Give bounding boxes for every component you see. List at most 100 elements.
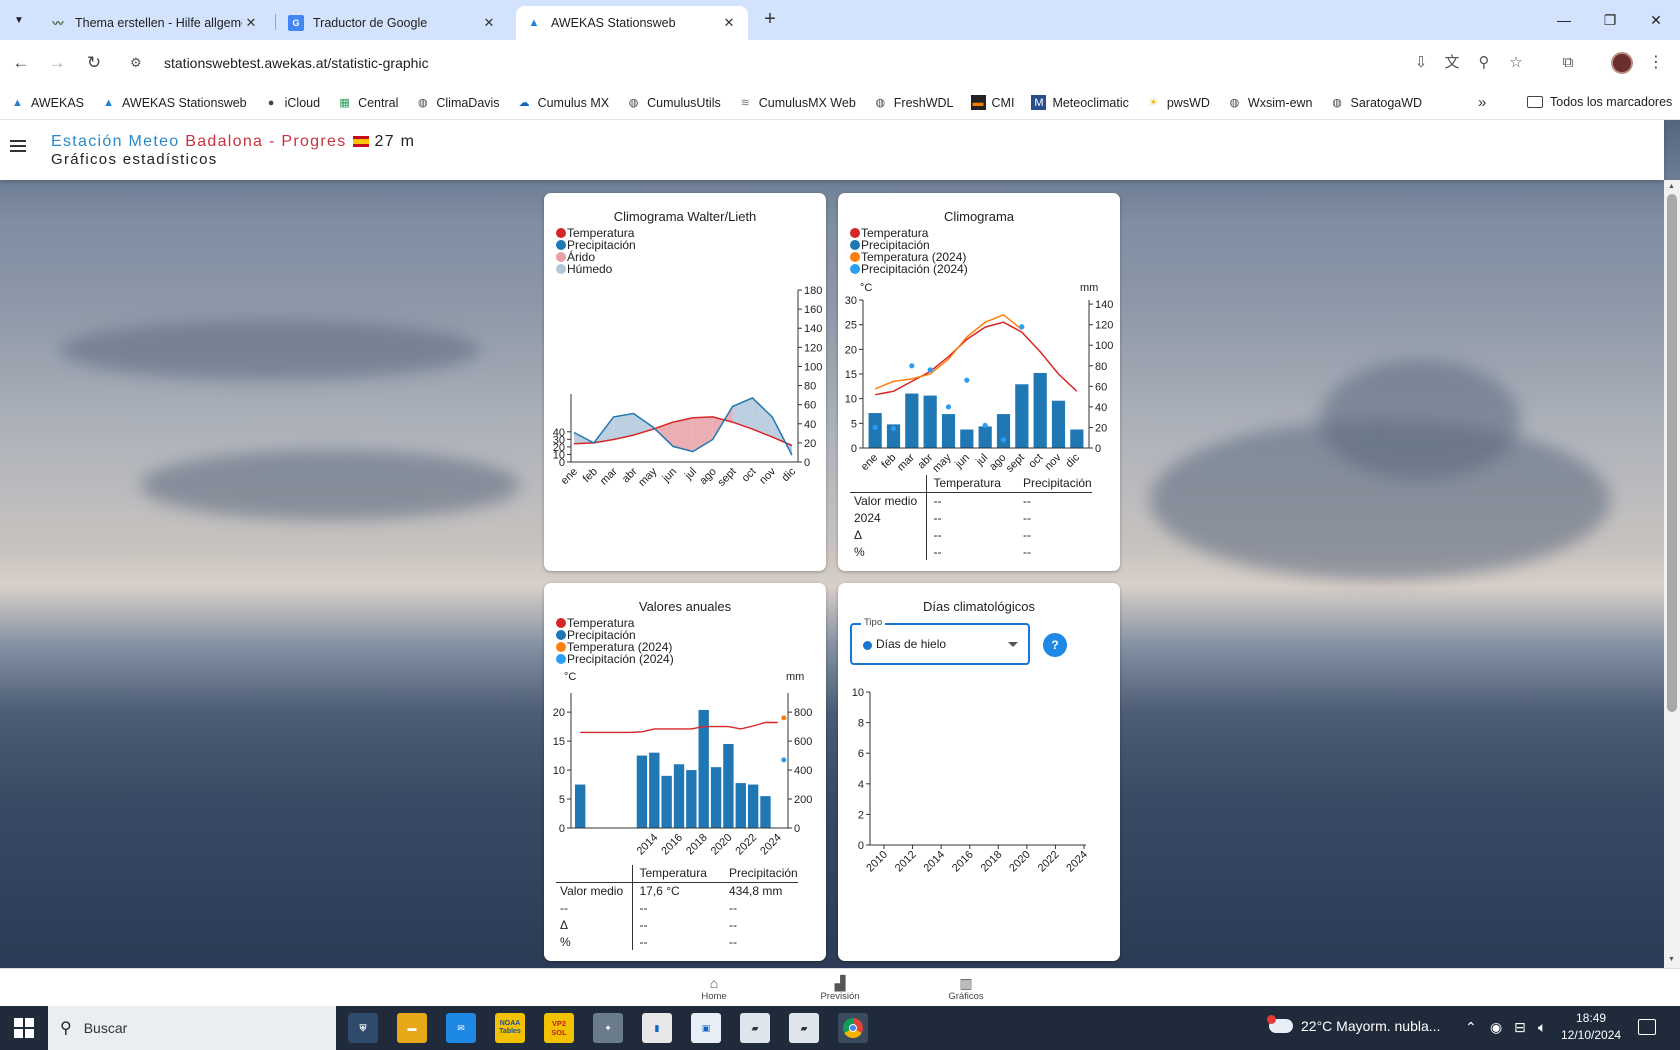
network-icon[interactable]: ⊟ — [1514, 1019, 1526, 1036]
close-window-button[interactable]: ✕ — [1633, 6, 1679, 34]
taskbar-clock[interactable]: 18:49 12/10/2024 — [1561, 1010, 1621, 1044]
volume-icon[interactable]: 🔈︎ — [1538, 1019, 1546, 1036]
forward-button[interactable]: → — [44, 50, 70, 76]
x-tick-label: 2022 — [733, 832, 759, 858]
x-tick-label: 2012 — [893, 849, 919, 875]
chrome-icon[interactable] — [838, 1013, 868, 1043]
precipitation-2024-point — [1000, 437, 1007, 443]
cumulus-icon: ≋ — [740, 97, 750, 109]
tab-wxforum[interactable]: 〰 Thema erstellen - Hilfe allgeme ✕ — [40, 6, 270, 40]
precipitation-2024-point — [1019, 324, 1025, 330]
bookmark-item[interactable]: ● iCloud — [264, 95, 320, 110]
dias-chart: 0 2 4 6 8 10 2010 2012 2014 2016 2018 2020 2022 2024 — [852, 687, 1090, 875]
hamburger-menu-icon[interactable] — [10, 140, 26, 154]
bookmark-item[interactable]: ◍ SaratogaWD — [1330, 95, 1422, 110]
scroll-down-icon[interactable]: ▼ — [1668, 956, 1675, 963]
vp2-sol-icon[interactable]: VP2 SOL — [544, 1013, 574, 1043]
bookmark-item[interactable]: ▬ CMI — [970, 95, 1014, 110]
x-tick-label: oct — [1026, 452, 1045, 471]
restore-button[interactable]: ❐ — [1587, 6, 1633, 34]
google-translate-icon: G — [288, 15, 304, 31]
taskbar-search[interactable]: ⚲ Buscar — [48, 1006, 336, 1050]
mcafee-icon[interactable]: ⛨ — [348, 1013, 378, 1043]
x-tick-label: jul — [682, 466, 699, 483]
precipitation-2024-point — [909, 363, 915, 369]
bookmark-item[interactable]: ≋ CumulusMX Web — [738, 95, 856, 110]
wxforum-icon: 〰 — [52, 18, 64, 30]
mail-icon[interactable]: ✉ — [446, 1013, 476, 1043]
site-info-icon[interactable]: ⚙ — [130, 55, 152, 71]
bookmark-item[interactable]: ▦ Central — [337, 95, 398, 110]
y-tick-label: 140 — [1095, 299, 1113, 311]
arrow-left-icon: ← — [12, 53, 30, 72]
weather-widget[interactable]: 22°C Mayorm. nubla... — [1267, 1015, 1440, 1034]
url-text: stationswebtest.awekas.at/statistic-grap… — [164, 55, 429, 71]
y-right-unit: mm — [1080, 282, 1098, 294]
install-app-icon[interactable]: ⇩ — [1409, 51, 1433, 75]
y-tick-label: 800 — [794, 707, 812, 719]
precipitation-bar — [923, 395, 937, 448]
bookmark-item[interactable]: ▲ AWEKAS — [10, 95, 84, 110]
bookmark-star-icon[interactable]: ☆ — [1504, 51, 1528, 75]
app-icon[interactable]: ▮ — [642, 1013, 672, 1043]
file-explorer-icon[interactable]: ▬ — [397, 1013, 427, 1043]
all-bookmarks-button[interactable]: Todos los marcadores — [1527, 95, 1672, 109]
temperature-line — [580, 721, 778, 734]
y-tick-label: 5 — [559, 794, 565, 806]
x-tick-label: 2020 — [709, 832, 735, 858]
scrollbar-thumb[interactable] — [1667, 194, 1677, 712]
reload-icon: ↻ — [86, 53, 102, 72]
bookmark-item[interactable]: ◍ Wxsim-ewn — [1227, 95, 1313, 110]
nav-graficos[interactable]: ▥ Gráficos — [936, 975, 996, 1002]
bookmark-item[interactable]: ◍ ClimaDavis — [415, 95, 500, 110]
tab-search-button[interactable]: ▼ — [8, 9, 30, 31]
notifications-icon[interactable] — [1638, 1019, 1656, 1035]
x-tick-label: 2024 — [758, 832, 784, 858]
bookmark-item[interactable]: ◍ CumulusUtils — [626, 95, 721, 110]
bookmarks-overflow-button[interactable]: » — [1478, 94, 1486, 111]
bar-chart-icon: ▥ — [959, 975, 973, 991]
minimize-button[interactable]: — — [1541, 6, 1587, 34]
app-icon[interactable]: ✦ — [593, 1013, 623, 1043]
bookmark-item[interactable]: M Meteoclimatic — [1031, 95, 1129, 110]
y-tick-label: 20 — [845, 344, 857, 356]
zoom-icon[interactable]: ⚲ — [1472, 51, 1496, 75]
close-tab-icon[interactable]: ✕ — [242, 15, 260, 31]
spain-flag-icon — [352, 136, 369, 147]
back-button[interactable]: ← — [8, 50, 34, 76]
new-tab-button[interactable]: + — [758, 8, 782, 32]
y-tick-label: 40 — [553, 427, 565, 439]
folder-icon[interactable]: ▰ — [789, 1013, 819, 1043]
address-bar[interactable]: ⚙ stationswebtest.awekas.at/statistic-gr… — [120, 47, 1400, 79]
scroll-up-icon[interactable]: ▲ — [1668, 183, 1675, 190]
bookmark-item[interactable]: ☀ pwsWD — [1146, 95, 1210, 110]
page-scrollbar[interactable]: ▲ ▼ — [1664, 180, 1680, 968]
close-tab-icon[interactable]: ✕ — [720, 15, 738, 31]
nav-home[interactable]: ⌂ Home — [684, 975, 744, 1002]
avatar[interactable] — [1611, 52, 1633, 74]
start-button[interactable] — [14, 1018, 34, 1038]
x-tick-label: mar — [598, 465, 620, 487]
extensions-icon[interactable]: ⧉ — [1556, 51, 1580, 75]
reload-button[interactable]: ↻ — [81, 50, 107, 76]
tab-google-translate[interactable]: G Traductor de Google ✕ — [278, 6, 508, 40]
x-tick-label: 2024 — [1064, 849, 1090, 875]
tab-awekas-stationsweb[interactable]: ▲ AWEKAS Stationsweb ✕ — [516, 6, 748, 40]
bookmark-item[interactable]: ☁ Cumulus MX — [517, 95, 610, 110]
nav-prevision[interactable]: ▟ Previsión — [810, 975, 870, 1002]
bookmark-item[interactable]: ▲ AWEKAS Stationsweb — [101, 95, 247, 110]
app-icon[interactable]: ▣ — [691, 1013, 721, 1043]
location-icon[interactable]: ◉ — [1490, 1019, 1502, 1036]
bookmark-item[interactable]: ◍ FreshWDL — [873, 95, 953, 110]
x-tick-label: feb — [879, 452, 898, 471]
chevron-up-icon[interactable]: ⌃ — [1465, 1019, 1477, 1036]
close-tab-icon[interactable]: ✕ — [480, 15, 498, 31]
y-tick-label: 10 — [553, 765, 565, 777]
noaa-tables-icon[interactable]: NOAA Tables — [495, 1013, 525, 1043]
x-tick-label: sept — [1004, 452, 1027, 475]
translate-icon[interactable]: 文 — [1440, 51, 1464, 75]
y-tick-label: 0 — [858, 840, 864, 852]
menu-kebab-icon[interactable]: ⋮ — [1648, 51, 1664, 75]
bottom-navigation: ⌂ Home ▟ Previsión ▥ Gráficos — [0, 968, 1680, 1006]
folder-icon[interactable]: ▰ — [740, 1013, 770, 1043]
